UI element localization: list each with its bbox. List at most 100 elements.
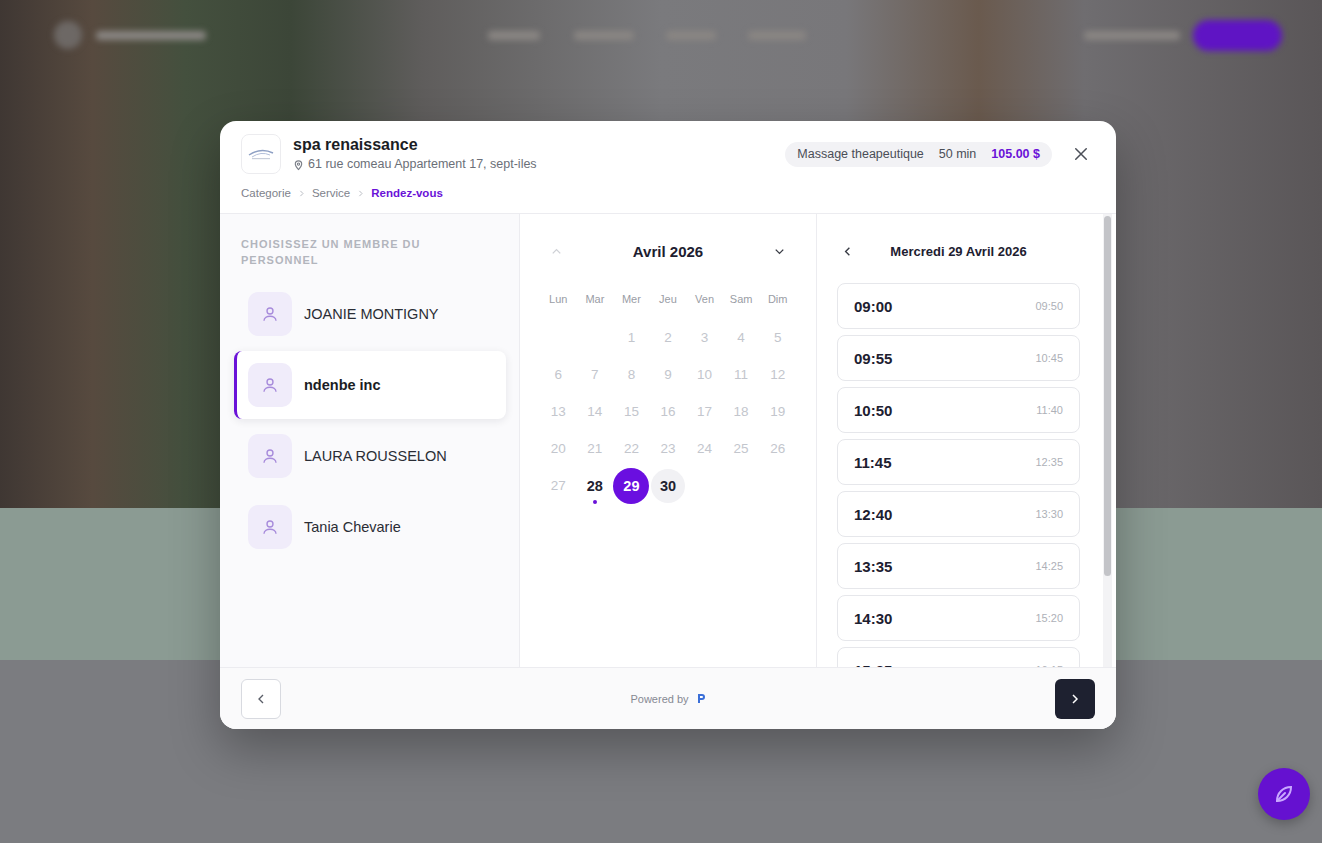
time-slot[interactable]: 11:4512:35 — [837, 439, 1080, 485]
day: 24 — [688, 432, 722, 466]
back-button[interactable] — [241, 679, 281, 719]
time-slot[interactable]: 12:4013:30 — [837, 491, 1080, 537]
next-button[interactable] — [1055, 679, 1095, 719]
chat-button[interactable] — [1258, 768, 1310, 820]
chevron-right-icon — [297, 189, 306, 198]
day: 13 — [541, 395, 575, 429]
business-logo — [241, 134, 281, 174]
slot-end: 12:35 — [1035, 456, 1063, 468]
day: 5 — [761, 321, 795, 355]
day: 19 — [761, 395, 795, 429]
avatar — [248, 363, 292, 407]
blurred-link — [666, 31, 716, 40]
blurred-logo — [54, 21, 82, 49]
next-month-button[interactable] — [770, 241, 790, 261]
chevron-left-icon — [840, 244, 855, 259]
slot-start: 14:30 — [854, 610, 892, 627]
staff-name: JOANIE MONTIGNY — [304, 306, 439, 322]
person-icon — [261, 305, 279, 323]
close-icon — [1072, 145, 1090, 163]
day: 9 — [651, 358, 685, 392]
slot-end: 11:40 — [1036, 404, 1063, 416]
slot-end: 09:50 — [1035, 300, 1063, 312]
day: 3 — [688, 321, 722, 355]
weekday-label: Ven — [686, 293, 723, 305]
time-slot[interactable]: 15:25 16:15 — [837, 647, 1080, 667]
chevron-right-icon — [356, 189, 365, 198]
avatar — [248, 434, 292, 478]
staff-item[interactable]: LAURA ROUSSELON — [234, 422, 506, 490]
service-duration: 50 min — [939, 147, 977, 162]
day: 23 — [651, 432, 685, 466]
breadcrumb-item[interactable]: Rendez-vous — [371, 186, 443, 200]
breadcrumb-item[interactable]: Service — [312, 186, 350, 200]
avatar — [248, 505, 292, 549]
day: 18 — [724, 395, 758, 429]
day: 7 — [578, 358, 612, 392]
staff-item[interactable]: Tania Chevarie — [234, 493, 506, 561]
day: 1 — [614, 321, 648, 355]
day: 14 — [578, 395, 612, 429]
weekday-label: Sam — [723, 293, 760, 305]
slot-end: 10:45 — [1035, 352, 1063, 364]
pin-icon — [293, 159, 304, 171]
person-icon — [261, 447, 279, 465]
staff-name: Tania Chevarie — [304, 519, 401, 535]
blurred-link — [488, 31, 540, 40]
page: spa renaissance61 rue comeau Appartement… — [0, 0, 1322, 843]
time-slot[interactable]: 09:0009:50 — [837, 283, 1080, 329]
staff-name: LAURA ROUSSELON — [304, 448, 447, 464]
day: 12 — [761, 358, 795, 392]
weekday-label: Mer — [613, 293, 650, 305]
staff-name: ndenbe inc — [304, 377, 381, 393]
scrollbar-thumb[interactable] — [1104, 216, 1111, 576]
business-address: 61 rue comeau Appartement 17, sept-iles — [293, 156, 785, 173]
staff-item[interactable]: ndenbe inc — [234, 351, 506, 419]
chevron-left-icon — [253, 691, 269, 707]
time-slot[interactable]: 13:35 14:25 — [837, 543, 1080, 589]
day: 17 — [688, 395, 722, 429]
day: 15 — [614, 395, 648, 429]
weekday-label: Jeu — [650, 293, 687, 305]
service-summary: Massage theapeutique50 min105.00 $ — [785, 142, 1052, 167]
slot-start: 15:25 — [854, 662, 892, 668]
month-label: Avril 2026 — [633, 243, 703, 260]
day: 11 — [724, 358, 758, 392]
modal-header: spa renaissance61 rue comeau Appartement… — [220, 121, 1116, 213]
slot-end: 14:25 — [1035, 560, 1063, 572]
person-icon — [261, 518, 279, 536]
prev-day-button[interactable] — [837, 241, 857, 261]
blurred-link — [574, 31, 634, 40]
breadcrumb: Categorie Service Rendez-vous — [241, 186, 1095, 200]
avatar — [248, 292, 292, 336]
day: 20 — [541, 432, 575, 466]
day: 16 — [651, 395, 685, 429]
staff-panel: CHOISISSEZ UN MEMBRE DU PERSONNEL JOANIE … — [220, 214, 520, 667]
staff-item[interactable]: JOANIE MONTIGNY — [234, 280, 506, 348]
time-slot[interactable]: 10:50 11:40 — [837, 387, 1080, 433]
chevron-down-icon — [772, 244, 787, 259]
day[interactable]: 29 — [613, 468, 649, 504]
day[interactable]: 28 — [578, 469, 612, 503]
prev-month-button[interactable] — [546, 241, 566, 261]
slots-panel: Mercredi 29 Avril 202609:0009:5009:5510:… — [817, 214, 1116, 667]
day: 6 — [541, 358, 575, 392]
day[interactable]: 30 — [651, 469, 685, 503]
close-button[interactable] — [1067, 140, 1095, 168]
scrollbar[interactable] — [1103, 214, 1112, 667]
day: 8 — [614, 358, 648, 392]
booking-modal: spa renaissance61 rue comeau Appartement… — [220, 121, 1116, 729]
service-price: 105.00 $ — [991, 147, 1040, 162]
day: 4 — [724, 321, 758, 355]
staff-heading: CHOISISSEZ UN MEMBRE DU PERSONNEL — [234, 236, 506, 268]
time-slot[interactable]: 14:3015:20 — [837, 595, 1080, 641]
slot-start: 13:35 — [854, 558, 892, 575]
slot-start: 10:50 — [854, 402, 892, 419]
day: 10 — [688, 358, 722, 392]
blurred-link — [1084, 31, 1180, 40]
breadcrumb-item[interactable]: Categorie — [241, 186, 291, 200]
day: 25 — [724, 432, 758, 466]
day: 22 — [614, 432, 648, 466]
slot-end: 16:15 — [1035, 664, 1063, 667]
time-slot[interactable]: 09:5510:45 — [837, 335, 1080, 381]
